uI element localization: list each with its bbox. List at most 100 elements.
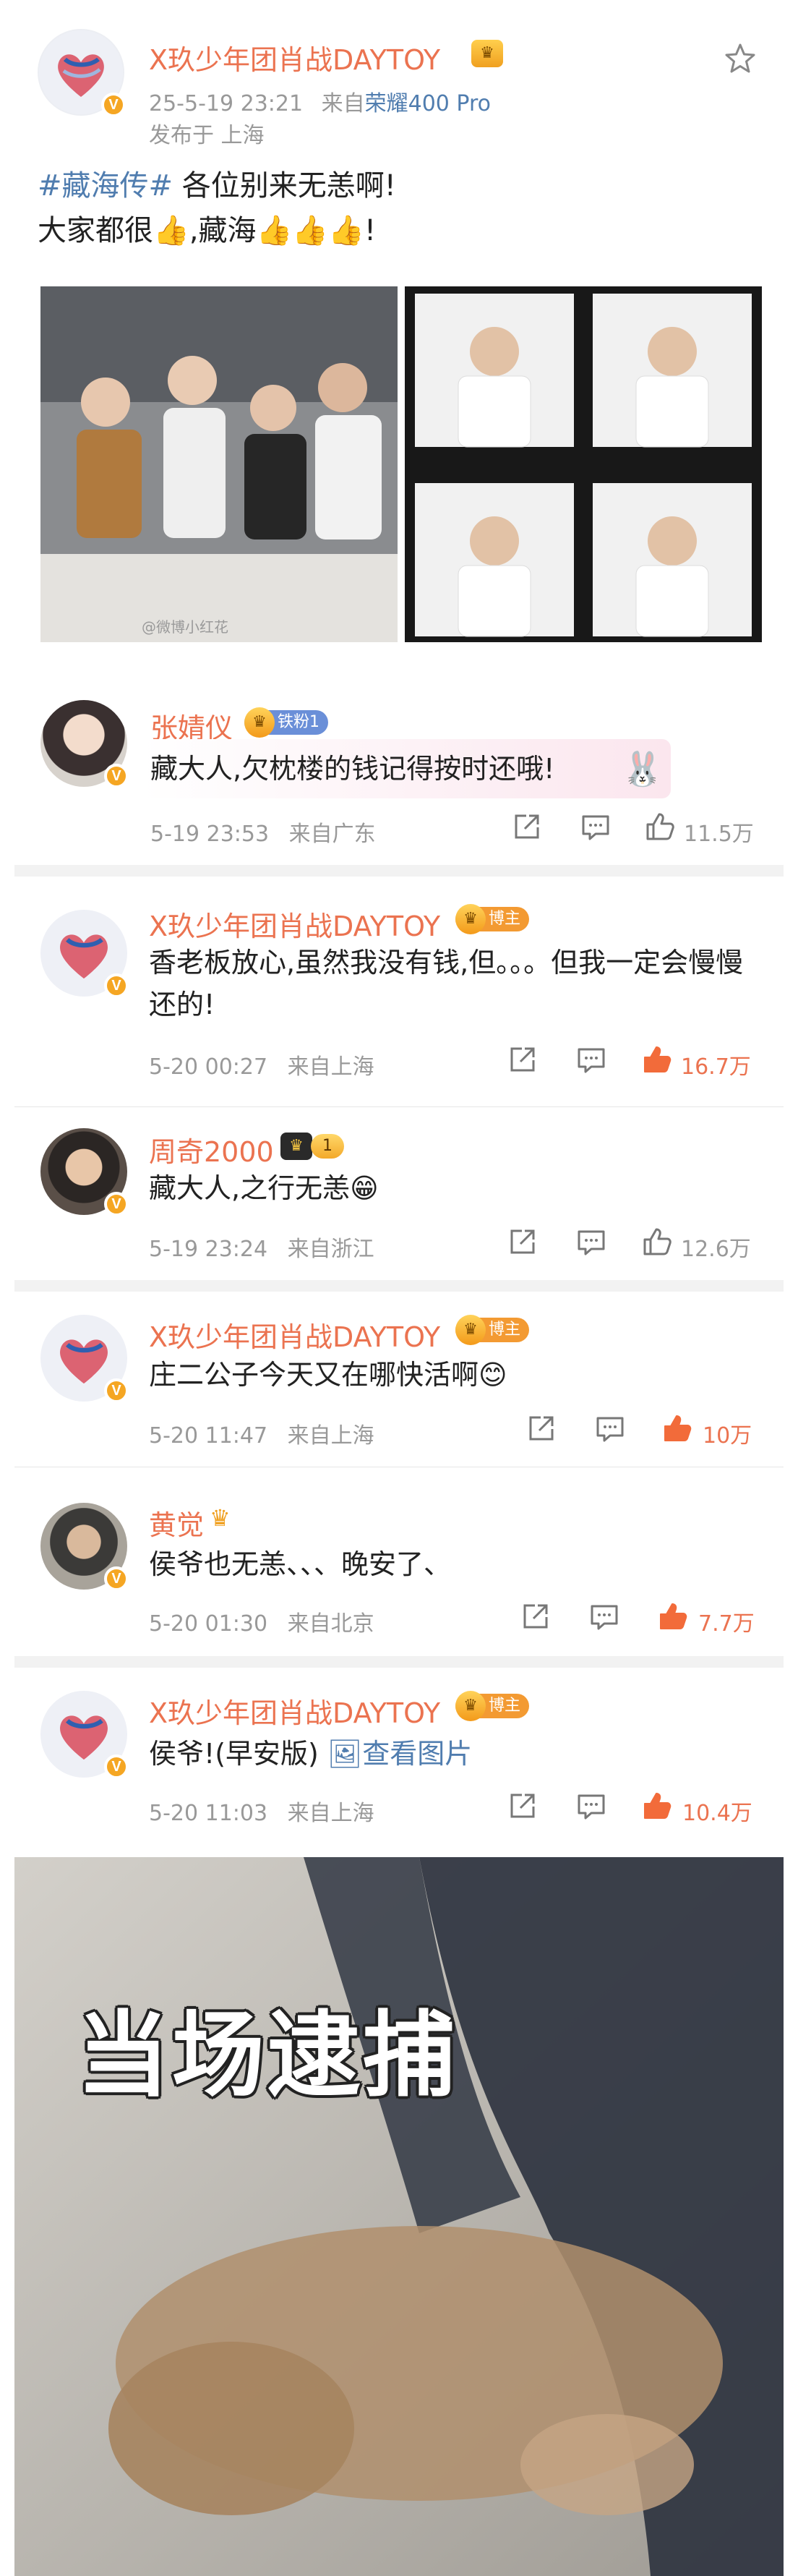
group-photo — [40, 286, 398, 642]
comment-text: 藏大人,之行无恙😁 — [149, 1167, 379, 1209]
comment-region: 来自广东 — [288, 822, 376, 847]
post-author-name[interactable]: X玖少年团肖战DAYTOY — [149, 38, 440, 77]
comment-meta: 5-20 01:30 来自北京 — [149, 1605, 374, 1637]
post-text-2b: ,藏海 — [189, 214, 257, 247]
verified-badge-icon: V — [104, 1566, 129, 1591]
share-icon[interactable] — [525, 1413, 559, 1448]
comment-icon[interactable] — [588, 1601, 623, 1636]
comment-time: 5-20 00:27 — [149, 1054, 268, 1080]
crown-icon: ♛ — [210, 1504, 231, 1532]
like-count: 16.7万 — [681, 1054, 751, 1080]
post-author-avatar[interactable]: V — [38, 29, 126, 117]
post-photo-strips[interactable] — [405, 286, 762, 642]
share-icon[interactable] — [506, 1791, 541, 1825]
author-badge-label: 博主 — [489, 1697, 521, 1715]
comment-icon[interactable] — [575, 1044, 610, 1079]
author-badge: ♛ 博主 — [455, 1691, 530, 1721]
avatar[interactable]: V — [40, 1503, 129, 1591]
like-count: 10.4万 — [682, 1801, 752, 1826]
comment-region: 来自上海 — [287, 1054, 374, 1080]
post-device[interactable]: 荣耀400 Pro — [365, 91, 491, 116]
author-emblem-icon: ♛ — [455, 1691, 486, 1721]
post-photo-group[interactable]: @微博小红花 — [40, 286, 398, 642]
avatar[interactable]: V — [40, 1315, 129, 1403]
section-divider — [14, 865, 784, 877]
comment-time: 5-20 11:03 — [149, 1801, 268, 1826]
like-icon-active[interactable] — [640, 1789, 675, 1824]
comment-text-body: 侯爷!(早安版) — [149, 1738, 319, 1770]
avatar[interactable]: V — [40, 1128, 129, 1216]
author-badge-label: 博主 — [489, 910, 521, 928]
like-icon[interactable] — [643, 810, 678, 845]
comment-icon[interactable] — [594, 1413, 629, 1448]
like-icon-active[interactable] — [656, 1600, 691, 1634]
post-text-line-2: 大家都很👍,藏海👍👍👍! — [38, 210, 376, 252]
comment-text: 侯爷!(早安版) 🖼查看图片 — [149, 1733, 472, 1775]
level-badge-label: 1 — [322, 1137, 332, 1155]
smile-emoji-icon: 😊 — [479, 1359, 507, 1391]
verified-badge-icon: V — [104, 764, 129, 788]
verified-badge-icon: V — [104, 1192, 129, 1216]
comment-meta: 5-19 23:53 来自广东 — [150, 816, 376, 848]
commenter-name[interactable]: X玖少年团肖战DAYTOY — [149, 904, 440, 944]
like-count: 7.7万 — [698, 1611, 755, 1637]
comment-time: 5-20 01:30 — [149, 1611, 268, 1637]
comment-icon[interactable] — [575, 1791, 610, 1825]
post-text-1: 各位别来无恙啊! — [181, 169, 396, 202]
thumbs-up-icon: 👍👍👍 — [256, 214, 364, 247]
avatar[interactable]: V — [40, 910, 129, 998]
like-icon-active[interactable] — [661, 1412, 695, 1446]
level-badge: 1 — [311, 1134, 344, 1159]
commenter-name[interactable]: X玖少年团肖战DAYTOY — [149, 1315, 440, 1355]
favorite-star-icon[interactable] — [723, 42, 758, 77]
post-location: 发布于 上海 — [149, 123, 265, 148]
author-crown-icon: ♛ — [471, 40, 503, 67]
post-text-2c: ! — [364, 214, 376, 247]
commenter-name[interactable]: 周奇2000 — [149, 1130, 274, 1169]
author-badge: ♛ 博主 — [455, 904, 530, 934]
image-icon: 🖼 — [327, 1738, 363, 1770]
like-icon[interactable] — [640, 1225, 675, 1260]
meme-image[interactable]: 当场逮捕 — [14, 1857, 784, 2576]
post-datetime: 25-5-19 23:21 — [149, 91, 304, 116]
view-image-link[interactable]: 🖼查看图片 — [327, 1738, 472, 1770]
comment-meta: 5-19 23:24 来自浙江 — [149, 1231, 374, 1263]
share-icon[interactable] — [519, 1601, 554, 1636]
post-source-prefix: 来自 — [321, 91, 365, 116]
commenter-name[interactable]: X玖少年团肖战DAYTOY — [149, 1691, 440, 1731]
comment-text: 庄二公子今天又在哪快活啊😊 — [149, 1354, 507, 1396]
fan-badge-label: 铁粉1 — [278, 713, 319, 731]
fan-emblem-icon: ♛ — [244, 707, 275, 738]
comment-divider — [14, 1106, 784, 1107]
avatar[interactable]: V — [40, 1691, 129, 1779]
author-emblem-icon: ♛ — [455, 1315, 486, 1345]
crown-icon: ♛ — [280, 1133, 312, 1160]
hashtag-link[interactable]: #藏海传# — [38, 169, 173, 202]
thumbs-up-icon: 👍 — [153, 214, 189, 247]
fan-badge: ♛ 铁粉1 — [244, 707, 328, 738]
comment-time: 5-20 11:47 — [149, 1423, 268, 1449]
comment-text: 藏大人,欠枕楼的钱记得按时还哦! — [150, 753, 555, 785]
post-text-line-1: #藏海传# 各位别来无恙啊! — [38, 165, 396, 207]
avatar[interactable]: V — [40, 700, 129, 788]
verified-badge-icon: V — [101, 93, 126, 117]
verified-badge-icon: V — [104, 1378, 129, 1403]
meme-caption: 当场逮捕 — [77, 2002, 459, 2110]
comment-region: 来自上海 — [287, 1801, 374, 1826]
bunny-sticker-icon: 🐰 — [622, 749, 664, 788]
share-icon[interactable] — [506, 1227, 541, 1261]
like-icon-active[interactable] — [640, 1043, 675, 1078]
comment-region: 来自北京 — [287, 1611, 374, 1637]
comment-icon[interactable] — [580, 811, 614, 846]
share-icon[interactable] — [506, 1044, 541, 1079]
like-count: 10万 — [703, 1423, 752, 1449]
photo-booth-strip — [405, 286, 762, 642]
comment-icon[interactable] — [575, 1227, 610, 1261]
like-count: 11.5万 — [684, 822, 754, 847]
commenter-name[interactable]: 黄觉 — [149, 1503, 204, 1543]
post-meta: 25-5-19 23:21 来自荣耀400 Pro — [149, 85, 491, 117]
comment-text-body: 藏大人,之行无恙 — [149, 1172, 351, 1204]
meme-photo — [14, 1857, 784, 2576]
share-icon[interactable] — [510, 811, 545, 846]
comment-text: 侯爷也无恙、、、晚安了、 — [149, 1548, 452, 1580]
